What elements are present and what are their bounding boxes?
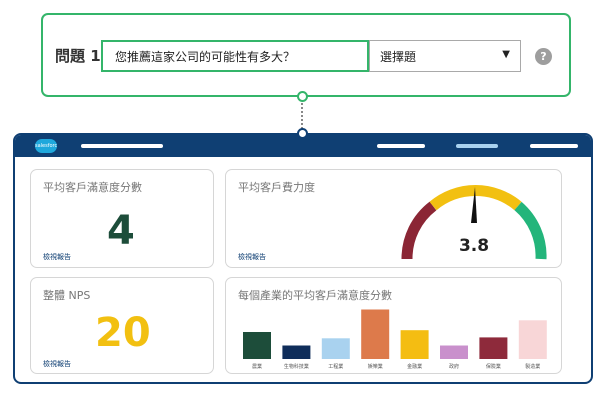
panel-nps: 整體 NPS 20 檢視報告 [30,277,214,374]
question-type-select[interactable]: 選擇題 ▼ [369,40,521,72]
connector-node-bottom [297,128,308,139]
bar-6[interactable] [479,337,508,359]
view-report-link[interactable]: 檢視報告 [43,252,71,262]
panel-industry-chart: 每個產業的平均客戶滿意度分數 農業 生物科技業 工程業 娛樂業 金融業 政府 保險業 製造業 [225,277,562,374]
panel-title: 平均客戶滿意度分數 [43,181,142,194]
dropdown-caret-icon: ▼ [502,49,510,60]
bar-label-1: 生物科技業 [284,363,309,370]
nav-placeholder-1[interactable] [81,144,163,148]
industry-bar-chart: 農業 生物科技業 工程業 娛樂業 金融業 政府 保險業 製造業 [243,309,547,370]
nav-placeholder-4[interactable] [530,144,578,148]
bar-2[interactable] [321,338,350,359]
nav-placeholder-3[interactable] [456,144,498,148]
help-icon[interactable]: ? [535,48,552,65]
question-text-field[interactable]: 您推薦這家公司的可能性有多大？ [101,40,369,72]
bar-4[interactable] [400,330,429,359]
connector-line [301,103,303,129]
bar-label-5: 政府 [449,363,459,370]
panel-title: 整體 NPS [43,289,91,302]
salesforce-logo: salesforce [35,139,57,153]
panel-avg-effort: 平均客戶費力度 3.8 檢視報告 [225,169,562,268]
question-number-label: 問題 1 [55,47,101,65]
bar-5[interactable] [440,345,468,360]
bar-label-0: 農業 [252,363,262,370]
bar-label-6: 保險業 [486,363,501,370]
bar-1[interactable] [282,345,311,360]
dashboard-window: salesforce 平均客戶滿意度分數 4 檢視報告 平均客戶費力度 3.8 … [13,133,593,384]
effort-gauge: 3.8 [401,185,547,260]
bar-0[interactable] [243,332,271,359]
bar-label-7: 製造業 [525,363,540,370]
view-report-link[interactable]: 檢視報告 [43,359,71,369]
nps-value: 20 [95,310,151,356]
panel-avg-satisfaction: 平均客戶滿意度分數 4 檢視報告 [30,169,214,268]
bar-3[interactable] [361,309,390,360]
bar-7[interactable] [518,320,547,359]
bar-label-2: 工程業 [328,363,343,370]
question-card: 問題 1 您推薦這家公司的可能性有多大？ 選擇題 ▼ ? [41,13,571,97]
gauge-segment-high [514,201,547,260]
connector-node-top [297,91,308,102]
view-report-link[interactable]: 檢視報告 [238,252,266,262]
gauge-segment-low [401,201,437,260]
panel-title: 平均客戶費力度 [238,181,315,194]
gauge-value: 3.8 [459,236,489,256]
bar-label-3: 娛樂業 [368,363,383,370]
question-type-value: 選擇題 [380,50,417,64]
nav-placeholder-2[interactable] [377,144,425,148]
avg-satisfaction-value: 4 [107,208,135,254]
bar-label-4: 金融業 [407,363,422,370]
